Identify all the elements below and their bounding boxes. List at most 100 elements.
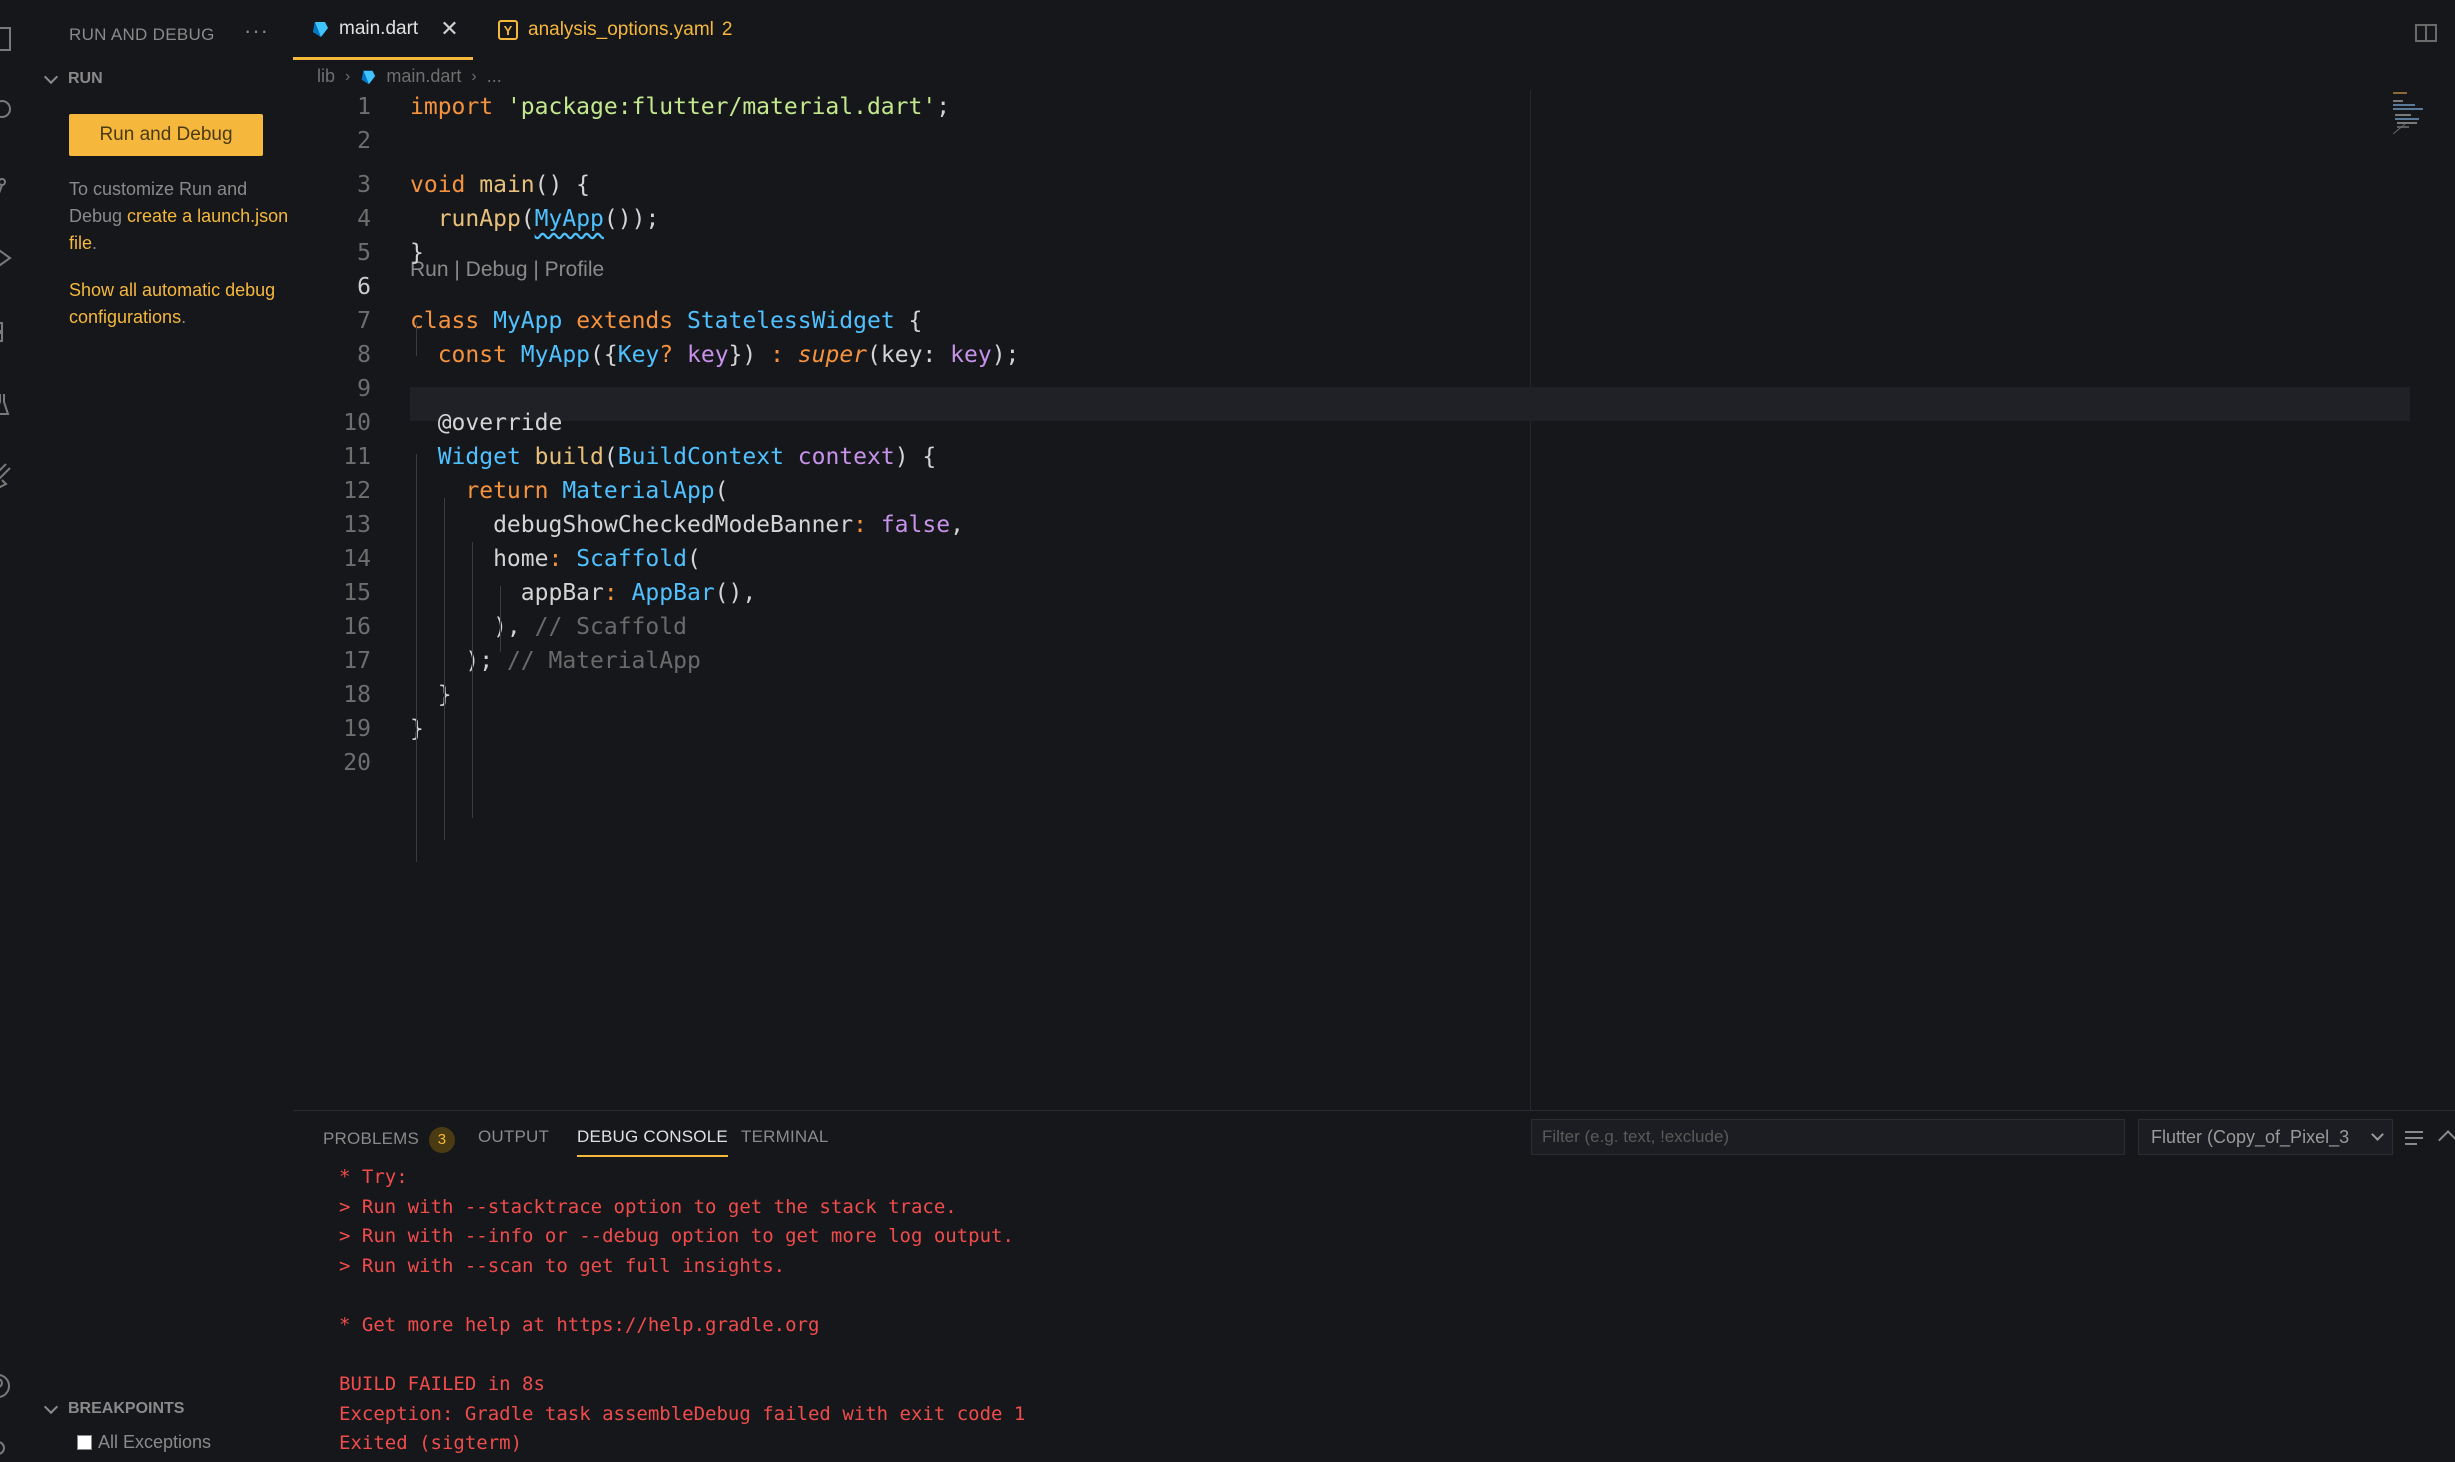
tab-problem-count: 2 — [721, 19, 733, 40]
tab-analysis-options[interactable]: Y analysis_options.yaml 2 — [488, 0, 758, 60]
dart-file-icon — [313, 21, 328, 37]
run-section-header[interactable]: RUN — [43, 69, 103, 88]
breakpoints-section-label: BREAKPOINTS — [68, 1400, 185, 1417]
flutter-icon[interactable] — [0, 460, 20, 492]
code-token: home — [410, 546, 549, 572]
minimap[interactable] — [2393, 90, 2443, 135]
line-number: 17 — [343, 648, 371, 674]
line-number: 5 — [357, 240, 371, 266]
line-number: 11 — [343, 444, 371, 470]
search-icon[interactable] — [0, 95, 20, 127]
tab-debug-console[interactable]: DEBUG CONSOLE — [577, 1127, 728, 1157]
activity-bar — [0, 0, 22, 1462]
tab-output[interactable]: OUTPUT — [478, 1127, 549, 1147]
breadcrumb-file[interactable]: main.dart — [386, 66, 461, 87]
line-number: 19 — [343, 716, 371, 742]
chevron-right-icon: › — [471, 67, 477, 85]
code-token: key — [950, 342, 992, 368]
code-token: 'package:flutter/material.dart' — [506, 94, 937, 120]
tab-main-dart[interactable]: main.dart ✕ — [293, 0, 473, 60]
code-token: runApp — [437, 206, 521, 232]
line-number: 16 — [343, 614, 371, 640]
run-debug-sidebar: RUN AND DEBUG ··· RUN Run and Debug To c… — [22, 0, 293, 1462]
run-debug-icon[interactable] — [0, 242, 20, 274]
code-token: void — [410, 172, 480, 198]
code-token: appBar — [410, 580, 604, 606]
code-token: const — [437, 342, 521, 368]
code-token: @override — [410, 410, 563, 436]
current-line-highlight — [410, 387, 2410, 421]
all-exceptions-checkbox[interactable] — [77, 1435, 92, 1450]
code-token: : — [548, 546, 577, 572]
chevron-up-icon[interactable] — [2438, 1130, 2455, 1150]
line-number: 8 — [357, 342, 371, 368]
tab-terminal[interactable]: TERMINAL — [741, 1127, 829, 1147]
code-token: context — [797, 444, 895, 470]
code-token: MyApp — [493, 308, 577, 334]
chevron-right-icon: › — [345, 67, 351, 85]
codelens-run-debug-profile[interactable]: Run | Debug | Profile — [410, 258, 604, 282]
yaml-file-icon: Y — [498, 20, 518, 40]
console-line: BUILD FAILED in 8s — [339, 1373, 545, 1396]
code-token: StatelessWidget — [686, 308, 895, 334]
filter-menu-icon[interactable] — [2403, 1129, 2425, 1147]
code-line: ), // Scaffold — [410, 610, 687, 644]
code-token: Key — [617, 342, 660, 368]
code-token: debugShowCheckedModeBanner — [410, 512, 854, 538]
code-token: class — [410, 308, 494, 334]
split-editor-icon[interactable] — [2415, 24, 2437, 44]
code-token: // Scaffold — [534, 614, 687, 640]
code-line: runApp(MyApp()); — [410, 202, 660, 236]
code-line: debugShowCheckedModeBanner: false, — [410, 508, 964, 542]
editor-area: main.dart ✕ Y analysis_options.yaml 2 li… — [293, 0, 2455, 1110]
code-token: ) { — [894, 444, 937, 470]
code-token: : — [853, 512, 881, 538]
dart-file-icon — [362, 70, 376, 84]
code-token: (key: — [867, 342, 951, 368]
code-line: return MaterialApp( — [410, 474, 728, 508]
breadcrumb-folder[interactable]: lib — [317, 66, 335, 87]
tab-problems[interactable]: PROBLEMS 3 — [323, 1127, 456, 1153]
code-token: ()); — [603, 206, 660, 232]
debug-console-filter-input[interactable]: Filter (e.g. text, !exclude) — [1531, 1119, 2125, 1155]
code-token: super — [797, 342, 868, 368]
close-icon[interactable]: ✕ — [440, 16, 458, 42]
code-token: ; — [936, 94, 951, 120]
code-token: build — [534, 444, 604, 470]
more-actions-icon[interactable]: ··· — [244, 18, 269, 44]
settings-icon[interactable] — [0, 1432, 20, 1462]
run-and-debug-button[interactable]: Run and Debug — [69, 114, 263, 156]
run-section-label: RUN — [68, 70, 103, 87]
all-exceptions-breakpoint[interactable]: All Exceptions — [77, 1432, 211, 1453]
show-auto-configs-link[interactable]: Show all automatic debug configurations — [69, 280, 275, 327]
all-exceptions-label: All Exceptions — [98, 1432, 212, 1452]
extensions-icon[interactable] — [0, 315, 20, 347]
code-token: ); — [410, 648, 507, 674]
code-token: extends — [576, 308, 687, 334]
chevron-down-icon — [43, 69, 59, 84]
testing-icon[interactable] — [0, 388, 20, 420]
breakpoints-section-header[interactable]: BREAKPOINTS — [43, 1399, 185, 1418]
code-line: ); // MaterialApp — [410, 644, 700, 678]
indent-guide — [500, 586, 501, 652]
account-icon[interactable] — [0, 1370, 20, 1402]
tab-yaml-label: analysis_options.yaml — [528, 19, 714, 40]
code-token: import — [410, 94, 507, 120]
code-token: : — [603, 580, 632, 606]
debug-session-select[interactable]: Flutter (Copy_of_Pixel_3 — [2138, 1119, 2393, 1155]
code-token: Scaffold — [576, 546, 687, 572]
code-line: const MyApp({Key? key}) : super(key: key… — [410, 338, 1020, 372]
console-line: > Run with --info or --debug option to g… — [339, 1225, 1014, 1248]
bottom-panel: PROBLEMS 3 OUTPUT DEBUG CONSOLE TERMINAL … — [293, 1110, 2455, 1462]
explorer-icon[interactable] — [0, 24, 20, 56]
line-number: 1 — [357, 94, 371, 120]
source-control-icon[interactable] — [0, 172, 20, 204]
code-token: false — [880, 512, 951, 538]
line-number: 2 — [357, 128, 371, 154]
breadcrumb-more[interactable]: ... — [487, 66, 502, 87]
debug-console-output: * Try: > Run with --stacktrace option to … — [339, 1163, 1025, 1459]
run-help-text: To customize Run and Debug create a laun… — [69, 176, 289, 257]
line-number: 20 — [343, 750, 371, 776]
